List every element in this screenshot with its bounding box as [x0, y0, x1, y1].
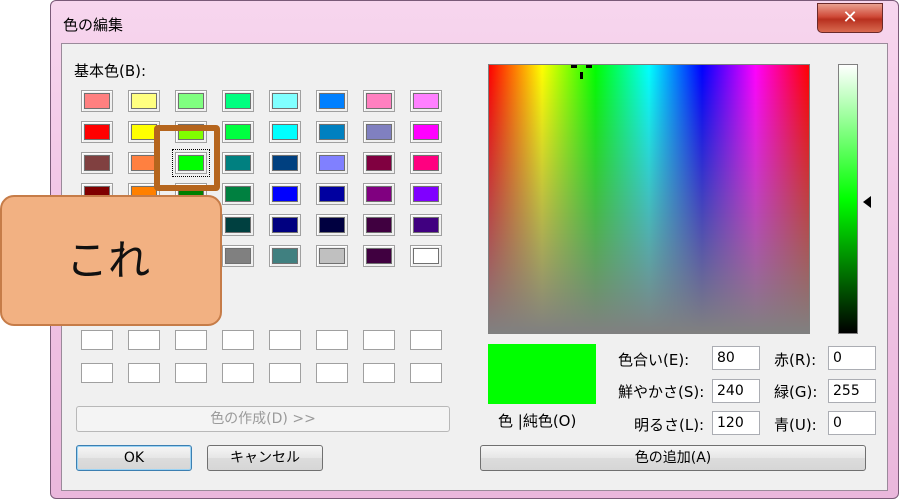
- basic-color-swatch[interactable]: [269, 121, 301, 143]
- basic-color-swatch[interactable]: [410, 121, 442, 143]
- custom-color-swatch[interactable]: [222, 363, 254, 383]
- basic-color-swatch[interactable]: [363, 121, 395, 143]
- luminosity-label: 明るさ(L):: [634, 416, 705, 434]
- basic-color-swatch[interactable]: [316, 183, 348, 205]
- custom-color-swatch[interactable]: [269, 330, 301, 350]
- basic-color-swatch[interactable]: [363, 245, 395, 267]
- luminosity-slider[interactable]: [838, 64, 858, 334]
- custom-color-swatch[interactable]: [175, 363, 207, 383]
- basic-color-swatch[interactable]: [81, 121, 113, 143]
- red-label: 赤(R):: [774, 351, 817, 369]
- hue-input[interactable]: [712, 346, 760, 370]
- custom-color-swatch[interactable]: [222, 330, 254, 350]
- basic-color-swatch[interactable]: [410, 90, 442, 112]
- close-button[interactable]: ✕: [817, 3, 883, 33]
- basic-color-swatch[interactable]: [222, 245, 254, 267]
- custom-color-swatch[interactable]: [410, 363, 442, 383]
- custom-color-swatch[interactable]: [128, 330, 160, 350]
- hue-label: 色合い(E):: [618, 351, 690, 369]
- basic-color-swatch[interactable]: [222, 214, 254, 236]
- basic-color-swatch[interactable]: [410, 183, 442, 205]
- add-to-custom-colors-button[interactable]: 色の追加(A): [480, 445, 866, 471]
- basic-color-swatch[interactable]: [128, 90, 160, 112]
- basic-colors-label: 基本色(B):: [74, 62, 147, 80]
- custom-color-swatch[interactable]: [363, 363, 395, 383]
- basic-color-swatch[interactable]: [316, 121, 348, 143]
- basic-color-swatch[interactable]: [175, 90, 207, 112]
- blue-label: 青(U):: [774, 416, 817, 434]
- basic-color-swatch[interactable]: [269, 245, 301, 267]
- close-icon: ✕: [842, 7, 858, 28]
- luminosity-arrow-icon[interactable]: [863, 196, 871, 208]
- basic-color-swatch[interactable]: [316, 152, 348, 174]
- title-bar[interactable]: 色の編集 ✕: [51, 1, 898, 43]
- color-solid-label: 色 |純色(O): [498, 412, 577, 430]
- basic-color-swatch[interactable]: [410, 245, 442, 267]
- basic-color-swatch[interactable]: [316, 245, 348, 267]
- define-custom-colors-button[interactable]: 色の作成(D) >>: [76, 406, 450, 432]
- color-spectrum[interactable]: [488, 64, 810, 334]
- basic-color-swatch[interactable]: [316, 214, 348, 236]
- basic-color-swatch[interactable]: [81, 90, 113, 112]
- custom-color-swatch[interactable]: [81, 363, 113, 383]
- ok-button[interactable]: OK: [76, 445, 192, 471]
- basic-color-swatch[interactable]: [222, 152, 254, 174]
- annotation-callout: これ: [0, 195, 222, 326]
- dialog-title: 色の編集: [63, 16, 124, 34]
- custom-color-swatch[interactable]: [175, 330, 207, 350]
- red-input[interactable]: [828, 346, 876, 370]
- basic-color-swatch[interactable]: [269, 90, 301, 112]
- basic-color-swatch[interactable]: [363, 183, 395, 205]
- custom-color-swatch[interactable]: [128, 363, 160, 383]
- highlight-frame: [154, 125, 220, 191]
- basic-color-swatch[interactable]: [316, 90, 348, 112]
- basic-color-swatch[interactable]: [363, 90, 395, 112]
- custom-color-swatch[interactable]: [316, 363, 348, 383]
- green-input[interactable]: [828, 379, 876, 403]
- saturation-label: 鮮やかさ(S):: [618, 383, 705, 401]
- basic-color-swatch[interactable]: [222, 183, 254, 205]
- green-label: 緑(G):: [774, 383, 818, 401]
- custom-color-swatch[interactable]: [363, 330, 395, 350]
- basic-color-swatch[interactable]: [222, 121, 254, 143]
- basic-color-swatch[interactable]: [222, 90, 254, 112]
- cancel-button[interactable]: キャンセル: [207, 445, 323, 471]
- crosshair-icon: [567, 63, 597, 83]
- luminosity-input[interactable]: [712, 411, 760, 435]
- custom-color-swatch[interactable]: [316, 330, 348, 350]
- basic-color-swatch[interactable]: [81, 152, 113, 174]
- basic-color-swatch[interactable]: [269, 152, 301, 174]
- basic-color-swatch[interactable]: [410, 214, 442, 236]
- basic-color-swatch[interactable]: [410, 152, 442, 174]
- basic-color-swatch[interactable]: [363, 214, 395, 236]
- basic-color-swatch[interactable]: [269, 183, 301, 205]
- saturation-input[interactable]: [712, 379, 760, 403]
- custom-color-swatch[interactable]: [410, 330, 442, 350]
- custom-color-swatch[interactable]: [81, 330, 113, 350]
- blue-input[interactable]: [828, 411, 876, 435]
- basic-color-swatch[interactable]: [363, 152, 395, 174]
- basic-color-swatch[interactable]: [269, 214, 301, 236]
- custom-color-swatch[interactable]: [269, 363, 301, 383]
- color-preview-swatch: [488, 344, 596, 404]
